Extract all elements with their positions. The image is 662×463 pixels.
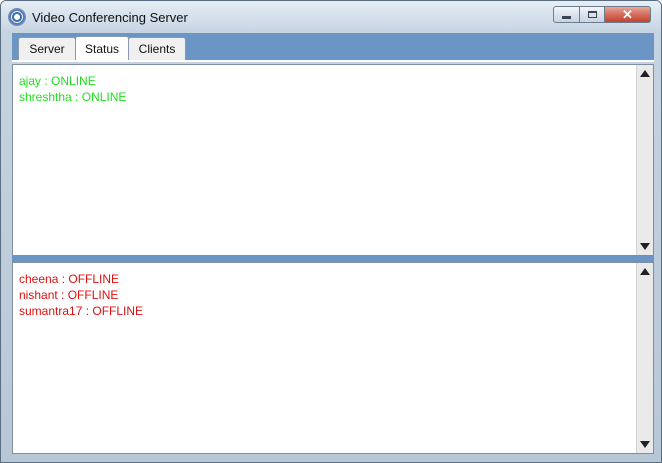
tab-clients[interactable]: Clients bbox=[128, 37, 186, 60]
app-window: Video Conferencing Server ✕ Server Statu… bbox=[0, 0, 662, 463]
offline-users-panel: cheena : OFFLINE nishant : OFFLINE suman… bbox=[12, 262, 654, 454]
offline-scrollbar[interactable] bbox=[636, 263, 653, 453]
app-icon bbox=[9, 9, 25, 25]
offline-users-list: cheena : OFFLINE nishant : OFFLINE suman… bbox=[19, 271, 143, 319]
scroll-down-arrow-icon[interactable] bbox=[640, 441, 650, 448]
offline-user-item: cheena : OFFLINE bbox=[19, 272, 120, 286]
minimize-icon bbox=[562, 16, 571, 19]
tab-status[interactable]: Status bbox=[75, 36, 129, 60]
window-title: Video Conferencing Server bbox=[32, 10, 188, 25]
online-users-panel: ajay : ONLINE shreshtha : ONLINE bbox=[12, 64, 654, 256]
scroll-up-arrow-icon[interactable] bbox=[640, 70, 650, 77]
close-button[interactable]: ✕ bbox=[604, 6, 651, 23]
title-bar[interactable]: Video Conferencing Server ✕ bbox=[1, 1, 661, 31]
close-icon: ✕ bbox=[622, 6, 633, 22]
tab-server[interactable]: Server bbox=[18, 37, 76, 60]
tab-bar: Server Status Clients bbox=[12, 33, 654, 62]
maximize-button[interactable] bbox=[579, 6, 605, 23]
online-scrollbar[interactable] bbox=[636, 65, 653, 255]
online-user-item: ajay : ONLINE bbox=[19, 74, 96, 88]
offline-user-item: nishant : OFFLINE bbox=[19, 288, 119, 302]
online-users-list: ajay : ONLINE shreshtha : ONLINE bbox=[19, 73, 126, 105]
maximize-icon bbox=[587, 11, 597, 18]
scroll-up-arrow-icon[interactable] bbox=[640, 268, 650, 275]
minimize-button[interactable] bbox=[553, 6, 580, 23]
scroll-down-arrow-icon[interactable] bbox=[640, 243, 650, 250]
offline-user-item: sumantra17 : OFFLINE bbox=[19, 304, 144, 318]
online-user-item: shreshtha : ONLINE bbox=[19, 90, 127, 104]
